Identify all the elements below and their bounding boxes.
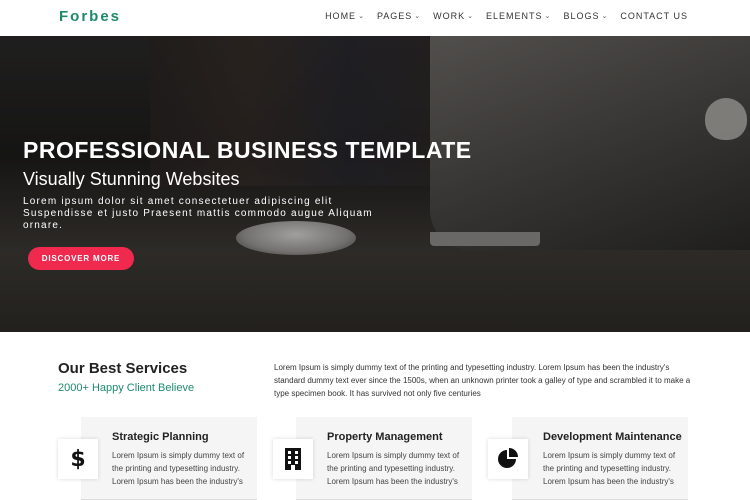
nav-item-label: PAGES	[376, 11, 413, 21]
service-card-title: Property Management	[327, 431, 443, 443]
nav-item-blogs[interactable]: BLOGS ⌄	[563, 11, 608, 21]
chevron-down-icon: ⌄	[601, 13, 609, 20]
service-card-property-management[interactable]: Property Management Lorem Ipsum is simpl…	[296, 417, 472, 500]
chevron-down-icon: ⌄	[358, 13, 365, 20]
service-card-text: Lorem Ipsum is simply dummy text of the …	[543, 451, 676, 486]
service-card-title: Development Maintenance	[543, 431, 682, 443]
chevron-down-icon: ⌄	[544, 13, 552, 20]
chevron-down-icon: ⌄	[414, 13, 422, 20]
pie-chart-icon	[488, 439, 528, 479]
nav-item-elements[interactable]: ELEMENTS ⌄	[486, 11, 551, 21]
nav-item-work[interactable]: WORK ⌄	[433, 11, 474, 21]
nav-item-label: BLOGS	[563, 11, 600, 21]
nav-item-label: HOME	[325, 11, 357, 21]
nav-item-home[interactable]: HOME ⌄	[325, 11, 365, 21]
hero-subtitle: Visually Stunning Websites	[23, 169, 240, 189]
hero-banner: PROFESSIONAL BUSINESS TEMPLATE Visually …	[0, 36, 750, 332]
service-card-strategic-planning[interactable]: Strategic Planning Lorem Ipsum is simply…	[81, 417, 257, 500]
building-icon	[273, 439, 313, 479]
nav-item-label: WORK	[433, 11, 466, 21]
hero-text: Lorem ipsum dolor sit amet consectetuer …	[23, 196, 373, 231]
service-card-text: Lorem Ipsum is simply dummy text of the …	[112, 451, 245, 486]
main-nav: HOME ⌄ PAGES ⌄ WORK ⌄ ELEMENTS ⌄ BLOGS ⌄ CONT…	[313, 11, 688, 21]
services-subtitle: 2000+ Happy Client Believe	[58, 382, 195, 394]
chevron-down-icon: ⌄	[467, 13, 475, 20]
site-logo[interactable]: Forbes	[59, 8, 121, 25]
nav-item-pages[interactable]: PAGES ⌄	[377, 11, 421, 21]
service-card-title: Strategic Planning	[112, 431, 209, 443]
nav-item-contact-us[interactable]: CONTACT US	[620, 11, 688, 21]
discover-more-button[interactable]: DISCOVER MORE	[28, 247, 134, 270]
nav-item-label: ELEMENTS	[486, 11, 543, 21]
service-card-text: Lorem Ipsum is simply dummy text of the …	[327, 451, 460, 486]
services-title: Our Best Services	[58, 360, 188, 377]
site-header: Forbes HOME ⌄ PAGES ⌄ WORK ⌄ ELEMENTS ⌄ BLOG…	[0, 0, 750, 36]
nav-item-label: CONTACT US	[620, 11, 688, 21]
services-description: Lorem Ipsum is simply dummy text of the …	[274, 363, 691, 398]
dollar-icon: $	[58, 439, 98, 479]
service-card-development-maintenance[interactable]: Development Maintenance Lorem Ipsum is s…	[512, 417, 688, 500]
hero-title: PROFESSIONAL BUSINESS TEMPLATE	[23, 137, 472, 163]
